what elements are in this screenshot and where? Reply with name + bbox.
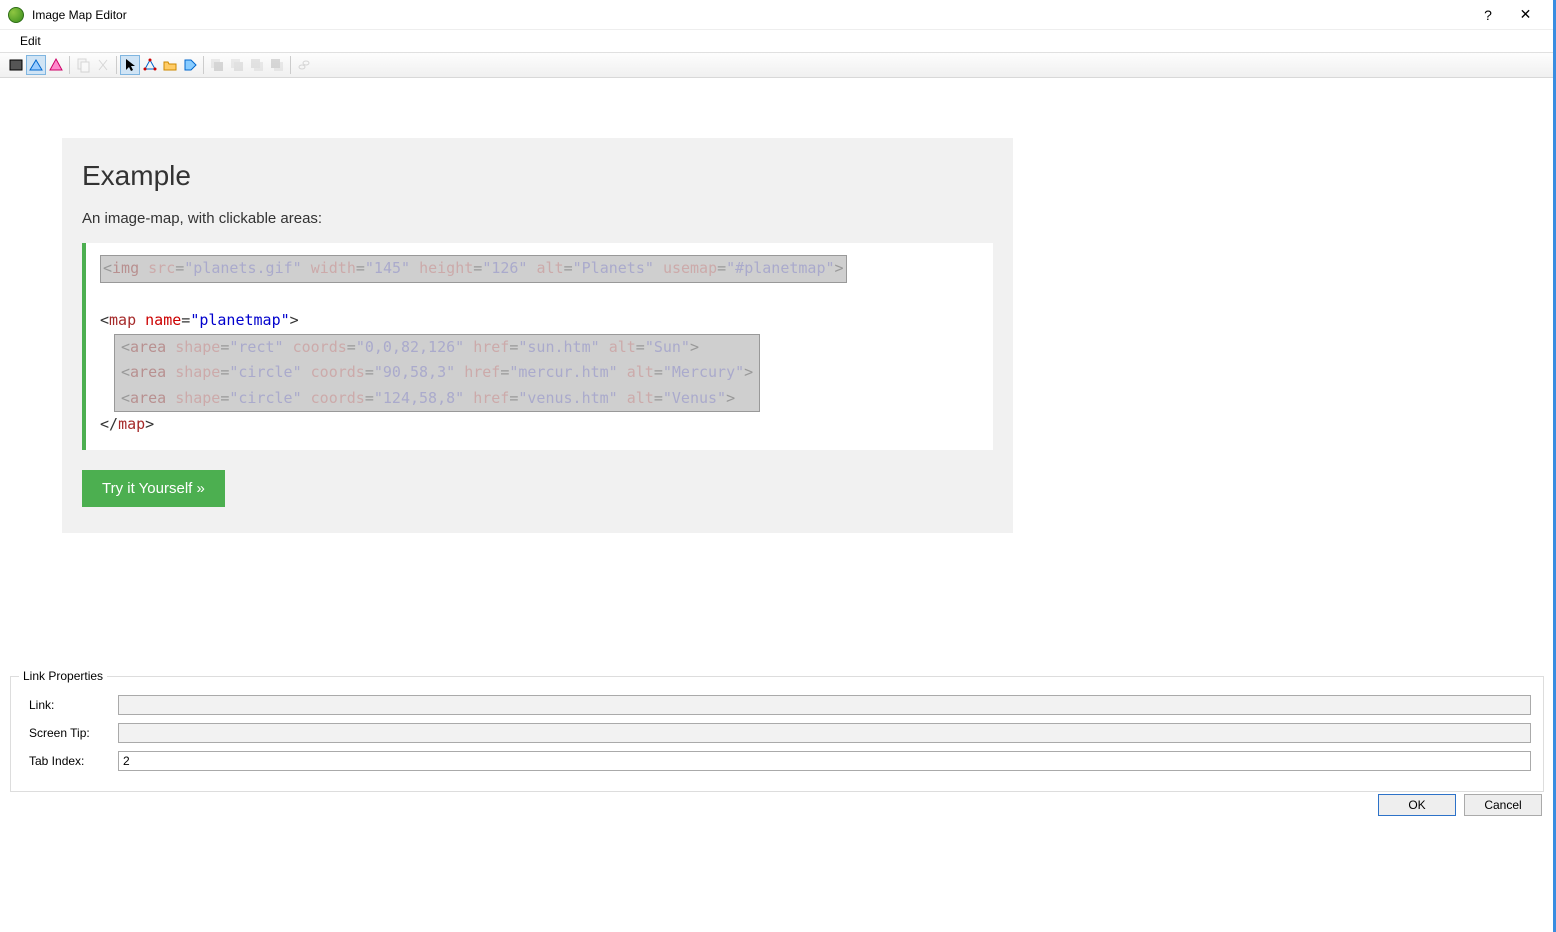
code-area-3: <area shape="circle" coords="124,58,8" h… [121,386,753,412]
folder-icon[interactable] [160,55,180,75]
example-panel: Example An image-map, with clickable are… [62,138,1013,533]
titlebar: Image Map Editor ? ✕ [0,0,1556,30]
screen-tip-input[interactable] [118,723,1531,743]
send-backward-icon [247,55,267,75]
code-area-1: <area shape="rect" coords="0,0,82,126" h… [121,335,753,361]
tab-index-label: Tab Index: [23,754,118,768]
copy-icon [73,55,93,75]
shape-icon[interactable] [46,55,66,75]
send-back-icon [267,55,287,75]
cancel-button[interactable]: Cancel [1464,794,1542,816]
bring-front-icon [207,55,227,75]
window-title: Image Map Editor [32,8,127,22]
tag-icon[interactable] [180,55,200,75]
triangle-icon[interactable] [26,55,46,75]
menu-edit[interactable]: Edit [12,32,49,50]
link-properties-legend: Link Properties [19,669,107,683]
link-properties-group: Link Properties Link: Screen Tip: Tab In… [10,676,1544,792]
ok-button[interactable]: OK [1378,794,1456,816]
link-icon [294,55,314,75]
content-area: Example An image-map, with clickable are… [8,80,1548,667]
menubar: Edit [0,30,1556,52]
screen-tip-label: Screen Tip: [23,726,118,740]
close-button[interactable]: ✕ [1503,0,1548,30]
code-areas[interactable]: <area shape="rect" coords="0,0,82,126" h… [114,334,760,413]
example-heading: Example [82,160,993,192]
code-map-open: <map name="planetmap"> [100,311,299,329]
rect-icon[interactable] [6,55,26,75]
code-area-2: <area shape="circle" coords="90,58,3" hr… [121,360,753,386]
bring-forward-icon [227,55,247,75]
help-button[interactable]: ? [1473,0,1503,30]
link-input[interactable] [118,695,1531,715]
polygon-edit-icon[interactable] [140,55,160,75]
code-map-close: </map> [100,415,154,433]
cut-icon [93,55,113,75]
dialog-button-bar: OK Cancel [1378,794,1542,816]
tab-index-input[interactable] [118,751,1531,771]
example-subtitle: An image-map, with clickable areas: [82,210,993,227]
link-label: Link: [23,698,118,712]
code-block: <img src="planets.gif" width="145" heigh… [82,243,993,450]
code-img-line[interactable]: <img src="planets.gif" width="145" heigh… [100,255,847,283]
app-icon [8,7,24,23]
pointer-icon[interactable] [120,55,140,75]
toolbar [0,52,1556,78]
try-it-button[interactable]: Try it Yourself » [82,470,225,507]
